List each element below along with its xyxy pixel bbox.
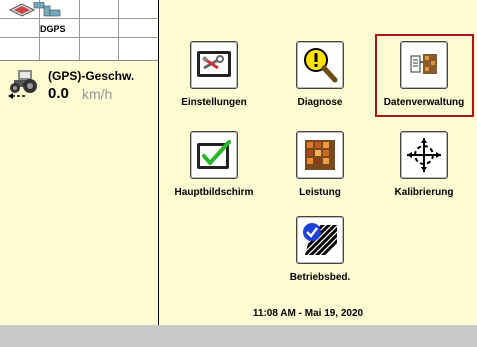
operating-conditions-icon xyxy=(296,216,344,264)
menu-item-label: Kalibrierung xyxy=(394,187,454,198)
status-grid: DGPS xyxy=(0,0,158,61)
menu-item-leistung[interactable]: Leistung xyxy=(270,131,370,198)
menu-item-diagnose[interactable]: Diagnose xyxy=(270,41,370,108)
menu-item-label: Einstellungen xyxy=(181,97,247,108)
gps-badge: DGPS xyxy=(40,24,66,34)
datetime-status: 11:08 AM - Mai 19, 2020 xyxy=(252,308,364,319)
diagnose-icon xyxy=(296,41,344,89)
main-screen-icon xyxy=(190,131,238,179)
tractor-icon xyxy=(8,70,37,99)
speed-label: (GPS)-Geschw. xyxy=(48,69,135,83)
speed-value: 0.0 xyxy=(48,85,69,102)
selection-highlight xyxy=(375,34,474,117)
performance-icon xyxy=(296,131,344,179)
menu-item-label: Betriebsbed. xyxy=(289,272,351,283)
menu-item-label: Diagnose xyxy=(297,97,343,108)
menu-item-hauptbildschirm[interactable]: Hauptbildschirm xyxy=(164,131,264,198)
menu-item-betriebsbed[interactable]: Betriebsbed. xyxy=(270,216,370,283)
menu-item-label: Leistung xyxy=(299,187,341,198)
menu-item-kalibrierung[interactable]: Kalibrierung xyxy=(374,131,474,198)
main-screen: DGPS (GPS)-Geschw. 0.0 km/h Einstellunge… xyxy=(0,0,477,325)
settings-icon xyxy=(190,41,238,89)
menu-item-einstellungen[interactable]: Einstellungen xyxy=(164,41,264,108)
bottom-bar xyxy=(0,325,477,347)
speed-unit: km/h xyxy=(82,86,113,102)
calibration-icon xyxy=(400,131,448,179)
menu-item-label: Hauptbildschirm xyxy=(174,187,254,198)
panel-divider xyxy=(158,0,159,325)
